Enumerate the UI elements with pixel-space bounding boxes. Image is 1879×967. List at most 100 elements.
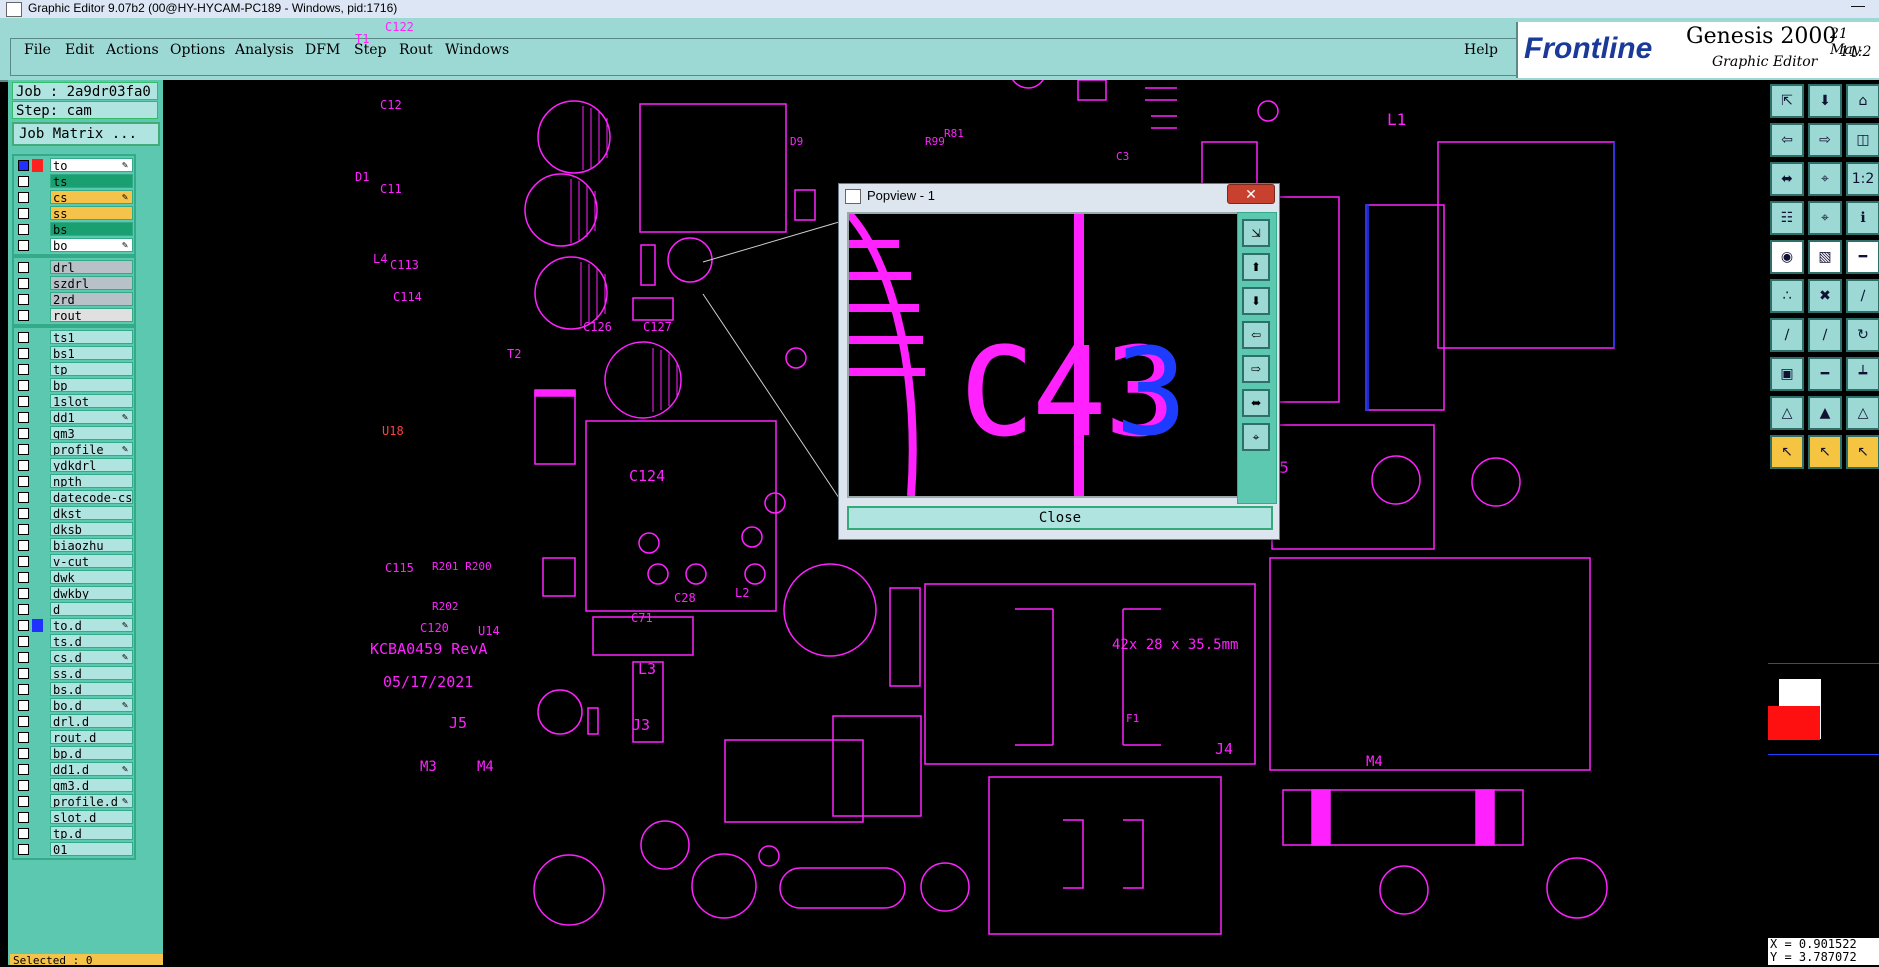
layer-name[interactable]: dksb (50, 522, 133, 536)
menu-rout[interactable]: Rout (399, 42, 433, 58)
layer-checkbox[interactable] (18, 812, 29, 823)
minimize-button[interactable]: — (1851, 0, 1865, 13)
layer-row[interactable]: profile.d ✎ (14, 794, 134, 809)
layer-name[interactable]: dwkby (50, 586, 133, 600)
layer-row[interactable]: bo ✎ (14, 238, 134, 253)
popview-right-icon[interactable]: ⇨ (1242, 355, 1270, 383)
layer-checkbox[interactable] (18, 588, 29, 599)
layer-row[interactable]: dd1.d ✎ (14, 762, 134, 777)
layer-name[interactable]: rout.d (50, 730, 133, 744)
layer-name[interactable]: d (50, 602, 133, 616)
layer-row[interactable]: rout.d (14, 730, 134, 745)
layer-checkbox[interactable] (18, 310, 29, 321)
layer-name[interactable]: cs ✎ (50, 190, 133, 204)
layer-checkbox[interactable] (18, 620, 29, 631)
measure-icon[interactable]: ⌖ (1808, 201, 1842, 235)
layer-row[interactable]: ts1 (14, 330, 134, 345)
zoom-in-icon[interactable]: ⬇ (1808, 84, 1842, 118)
popview-fit-icon[interactable]: ⬌ (1242, 389, 1270, 417)
layer-row[interactable]: ydkdrl (14, 458, 134, 473)
layer-checkbox[interactable] (18, 844, 29, 855)
pointer3-icon[interactable]: ↖ (1846, 435, 1879, 469)
layer-row[interactable]: d (14, 602, 134, 617)
layer-checkbox[interactable] (18, 796, 29, 807)
menu-options[interactable]: Options (170, 42, 225, 58)
net-icon[interactable]: ∴ (1770, 279, 1804, 313)
layer-row[interactable]: tp (14, 362, 134, 377)
triangle2-icon[interactable]: ▲ (1808, 396, 1842, 430)
layer-checkbox[interactable] (18, 294, 29, 305)
layer-row[interactable]: datecode-cs (14, 490, 134, 505)
layer-row[interactable]: 01 (14, 842, 134, 857)
layer-checkbox[interactable] (18, 652, 29, 663)
layer-checkbox[interactable] (18, 476, 29, 487)
layer-checkbox[interactable] (18, 380, 29, 391)
layer-name[interactable]: szdrl (50, 276, 133, 290)
layer-checkbox[interactable] (18, 262, 29, 273)
fit-icon[interactable]: ⬌ (1770, 162, 1804, 196)
popview-close-button[interactable]: Close (847, 506, 1273, 530)
layer-row[interactable]: dwk (14, 570, 134, 585)
layer-name[interactable]: dkst (50, 506, 133, 520)
layer-row[interactable]: gm3 (14, 426, 134, 441)
layer-checkbox[interactable] (18, 732, 29, 743)
layer-checkbox[interactable] (18, 460, 29, 471)
layer-name[interactable]: ts.d (50, 634, 133, 648)
layer-name[interactable]: dwk (50, 570, 133, 584)
layer-name[interactable]: gm3 (50, 426, 133, 440)
layer-name[interactable]: v-cut (50, 554, 133, 568)
layer-name[interactable]: bo.d ✎ (50, 698, 133, 712)
layer-checkbox[interactable] (18, 828, 29, 839)
pointer2-icon[interactable]: ↖ (1808, 435, 1842, 469)
layer-row[interactable]: ts (14, 174, 134, 189)
zoom-home-icon[interactable]: ⇱ (1770, 84, 1804, 118)
menu-file[interactable]: File (24, 42, 51, 58)
layer-row[interactable]: profile ✎ (14, 442, 134, 457)
layer-checkbox[interactable] (18, 208, 29, 219)
layer-checkbox[interactable] (18, 700, 29, 711)
popview-zoom-icon[interactable]: ⇲ (1242, 219, 1270, 247)
layer-name[interactable]: ss.d (50, 666, 133, 680)
layer-checkbox[interactable] (18, 556, 29, 567)
layer-row[interactable]: cs.d ✎ (14, 650, 134, 665)
layer-checkbox[interactable] (18, 604, 29, 615)
layer-checkbox[interactable] (18, 412, 29, 423)
layer-checkbox[interactable] (18, 780, 29, 791)
layer-checkbox[interactable] (18, 192, 29, 203)
pad-icon[interactable]: ▣ (1770, 357, 1804, 391)
pan-right-icon[interactable]: ⇨ (1808, 123, 1842, 157)
scale-icon[interactable]: 1:2 (1846, 162, 1879, 196)
triangle3-icon[interactable]: △ (1846, 396, 1879, 430)
layer-row[interactable]: 1slot (14, 394, 134, 409)
popview-left-icon[interactable]: ⇦ (1242, 321, 1270, 349)
popview-canvas[interactable]: C43 3 (846, 211, 1247, 498)
layer-name[interactable]: ss (50, 206, 133, 220)
menu-help[interactable]: Help (1464, 42, 1498, 58)
layer-checkbox[interactable] (18, 348, 29, 359)
delete-icon[interactable]: ✖ (1808, 279, 1842, 313)
menu-analysis[interactable]: Analysis (235, 42, 294, 58)
layer-row[interactable]: rout (14, 308, 134, 323)
layer-row[interactable]: slot.d (14, 810, 134, 825)
layer-checkbox[interactable] (18, 240, 29, 251)
arc-icon[interactable]: ↻ (1846, 318, 1879, 352)
layer-checkbox[interactable] (18, 524, 29, 535)
select-window-icon[interactable]: ▧ (1808, 240, 1842, 274)
feature-icon[interactable]: ◉ (1770, 240, 1804, 274)
line-blue-icon[interactable]: ∕ (1808, 318, 1842, 352)
layer-name[interactable]: tp (50, 362, 133, 376)
layer-row[interactable]: npth (14, 474, 134, 489)
menu-actions[interactable]: Actions (106, 42, 159, 58)
layer-row[interactable]: v-cut (14, 554, 134, 569)
layer-name[interactable]: slot.d (50, 810, 133, 824)
layer-row[interactable]: bo.d ✎ (14, 698, 134, 713)
layer-row[interactable]: biaozhu (14, 538, 134, 553)
layer-checkbox[interactable] (18, 540, 29, 551)
layer-row[interactable]: bs1 (14, 346, 134, 361)
layer-name[interactable]: 1slot (50, 394, 133, 408)
layer-name[interactable]: bs (50, 222, 133, 236)
layer-checkbox[interactable] (18, 396, 29, 407)
menu-windows[interactable]: Windows (445, 42, 509, 58)
center-icon[interactable]: ⌖ (1808, 162, 1842, 196)
layer-row[interactable]: dksb (14, 522, 134, 537)
